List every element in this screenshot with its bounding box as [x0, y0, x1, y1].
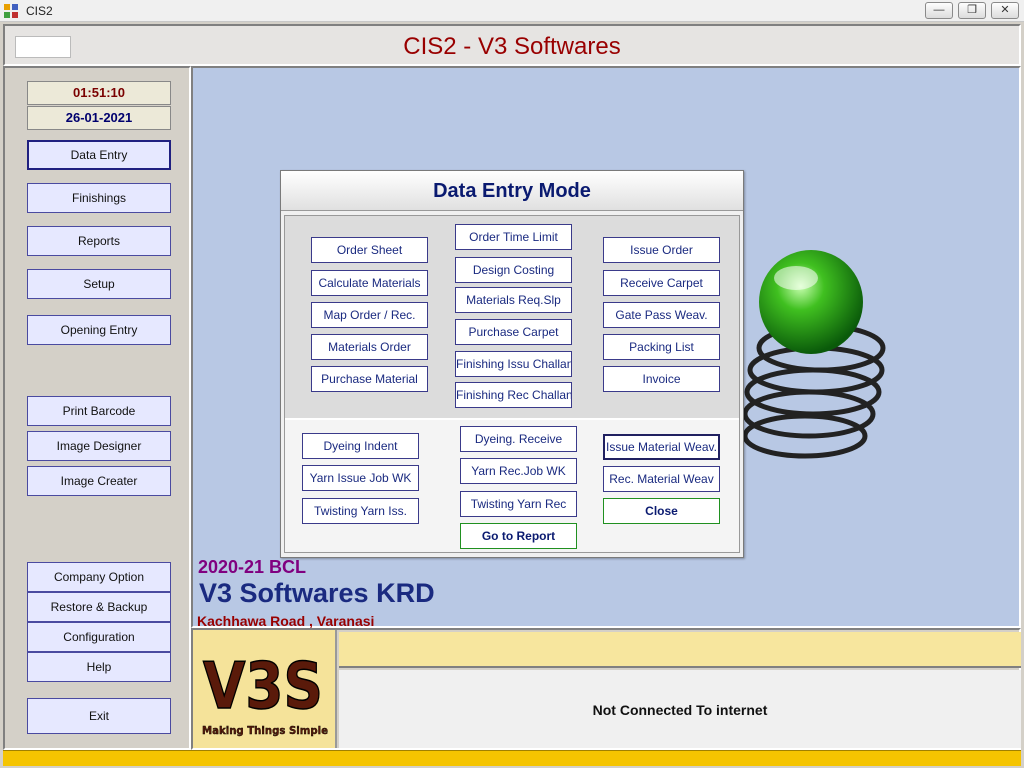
- order-time-limit-button[interactable]: Order Time Limit: [455, 224, 572, 250]
- purchase-material-button[interactable]: Purchase Material: [311, 366, 428, 392]
- company-logo-box: V3S Making Things Simple: [193, 630, 337, 748]
- twisting-yarn-iss-button[interactable]: Twisting Yarn Iss.: [302, 498, 419, 524]
- footer-bar: [3, 750, 1021, 766]
- company-address: Kachhawa Road , Varanasi: [197, 613, 375, 629]
- restore-button[interactable]: ❐: [958, 2, 986, 19]
- yarn-issue-job-wk-button[interactable]: Yarn Issue Job WK: [302, 465, 419, 491]
- yarn-rec-job-wk-button[interactable]: Yarn Rec.Job WK: [460, 458, 577, 484]
- invoice-button[interactable]: Invoice: [603, 366, 720, 392]
- map-order-rec-button[interactable]: Map Order / Rec.: [311, 302, 428, 328]
- dyeing-indent-button[interactable]: Dyeing Indent: [302, 433, 419, 459]
- go-to-report-button[interactable]: Go to Report: [460, 523, 577, 549]
- connection-status: Not Connected To internet: [592, 702, 768, 718]
- sidebar-item-company-option[interactable]: Company Option: [27, 562, 171, 592]
- company-name: V3 Softwares KRD: [199, 578, 435, 608]
- app-icon: [4, 4, 18, 18]
- packing-list-button[interactable]: Packing List: [603, 334, 720, 360]
- financial-year-label: 2020-21 BCL: [198, 557, 307, 577]
- logo-tagline: Making Things Simple: [202, 724, 328, 737]
- order-sheet-button[interactable]: Order Sheet: [311, 237, 428, 263]
- gate-pass-weav-button[interactable]: Gate Pass Weav.: [603, 302, 720, 328]
- dialog-title: Data Entry Mode: [433, 180, 591, 202]
- materials-req-slp-button[interactable]: Materials Req.Slp: [455, 287, 572, 313]
- sidebar-item-opening-entry[interactable]: Opening Entry: [27, 315, 171, 345]
- sidebar-item-exit[interactable]: Exit: [27, 698, 171, 734]
- sidebar-item-configuration[interactable]: Configuration: [27, 622, 171, 652]
- app-header: CIS2 - V3 Softwares: [3, 24, 1021, 66]
- globe-decoration: [741, 248, 891, 488]
- app-heading: CIS2 - V3 Softwares: [403, 33, 621, 60]
- finishing-rec-challan-button[interactable]: Finishing Rec Challan: [455, 382, 572, 408]
- receive-carpet-button[interactable]: Receive Carpet: [603, 270, 720, 296]
- sidebar-item-help[interactable]: Help: [27, 652, 171, 682]
- dialog-top-section: Order Sheet Calculate Materials Map Orde…: [285, 216, 739, 418]
- rec-material-weav-button[interactable]: Rec. Material Weav: [603, 466, 720, 492]
- sidebar-item-setup[interactable]: Setup: [27, 269, 171, 299]
- minimize-button[interactable]: —: [925, 2, 953, 19]
- clock-date: 26-01-2021: [27, 106, 171, 130]
- issue-material-weav-button[interactable]: Issue Material Weav.: [603, 434, 720, 460]
- logo-text: V3S: [203, 650, 323, 724]
- bottom-panel: V3S Making Things Simple Not Connected T…: [191, 628, 1021, 750]
- sidebar-item-reports[interactable]: Reports: [27, 226, 171, 256]
- issue-order-button[interactable]: Issue Order: [603, 237, 720, 263]
- sidebar-item-restore-backup[interactable]: Restore & Backup: [27, 592, 171, 622]
- sidebar-item-data-entry[interactable]: Data Entry: [27, 140, 171, 170]
- sidebar-item-image-creater[interactable]: Image Creater: [27, 466, 171, 496]
- sidebar-item-finishings[interactable]: Finishings: [27, 183, 171, 213]
- dialog-body: Order Sheet Calculate Materials Map Orde…: [284, 215, 740, 553]
- dialog-bottom-section: Dyeing Indent Yarn Issue Job WK Twisting…: [285, 420, 739, 552]
- window-titlebar: CIS2 — ❐ ✕: [0, 0, 1024, 22]
- materials-order-button[interactable]: Materials Order: [311, 334, 428, 360]
- info-strip: [339, 632, 1021, 668]
- sidebar-item-print-barcode[interactable]: Print Barcode: [27, 396, 171, 426]
- globe-icon: [742, 250, 886, 459]
- sidebar: 01:51:10 26-01-2021 Data Entry Finishing…: [3, 66, 191, 750]
- design-costing-button[interactable]: Design Costing: [455, 257, 572, 283]
- dyeing-receive-button[interactable]: Dyeing. Receive: [460, 426, 577, 452]
- data-entry-dialog: Data Entry Mode Order Sheet Calculate Ma…: [280, 170, 744, 558]
- status-panel: Not Connected To internet: [339, 670, 1021, 748]
- v3s-logo: V3S Making Things Simple: [202, 649, 328, 737]
- calculate-materials-button[interactable]: Calculate Materials: [311, 270, 428, 296]
- close-button[interactable]: Close: [603, 498, 720, 524]
- finishing-issu-challan-button[interactable]: Finishing Issu Challan: [455, 351, 572, 377]
- purchase-carpet-button[interactable]: Purchase Carpet: [455, 319, 572, 345]
- clock-time: 01:51:10: [27, 81, 171, 105]
- close-window-button[interactable]: ✕: [991, 2, 1019, 19]
- dialog-header: Data Entry Mode: [281, 171, 743, 211]
- window-title: CIS2: [26, 4, 53, 18]
- twisting-yarn-rec-button[interactable]: Twisting Yarn Rec: [460, 491, 577, 517]
- sidebar-item-image-designer[interactable]: Image Designer: [27, 431, 171, 461]
